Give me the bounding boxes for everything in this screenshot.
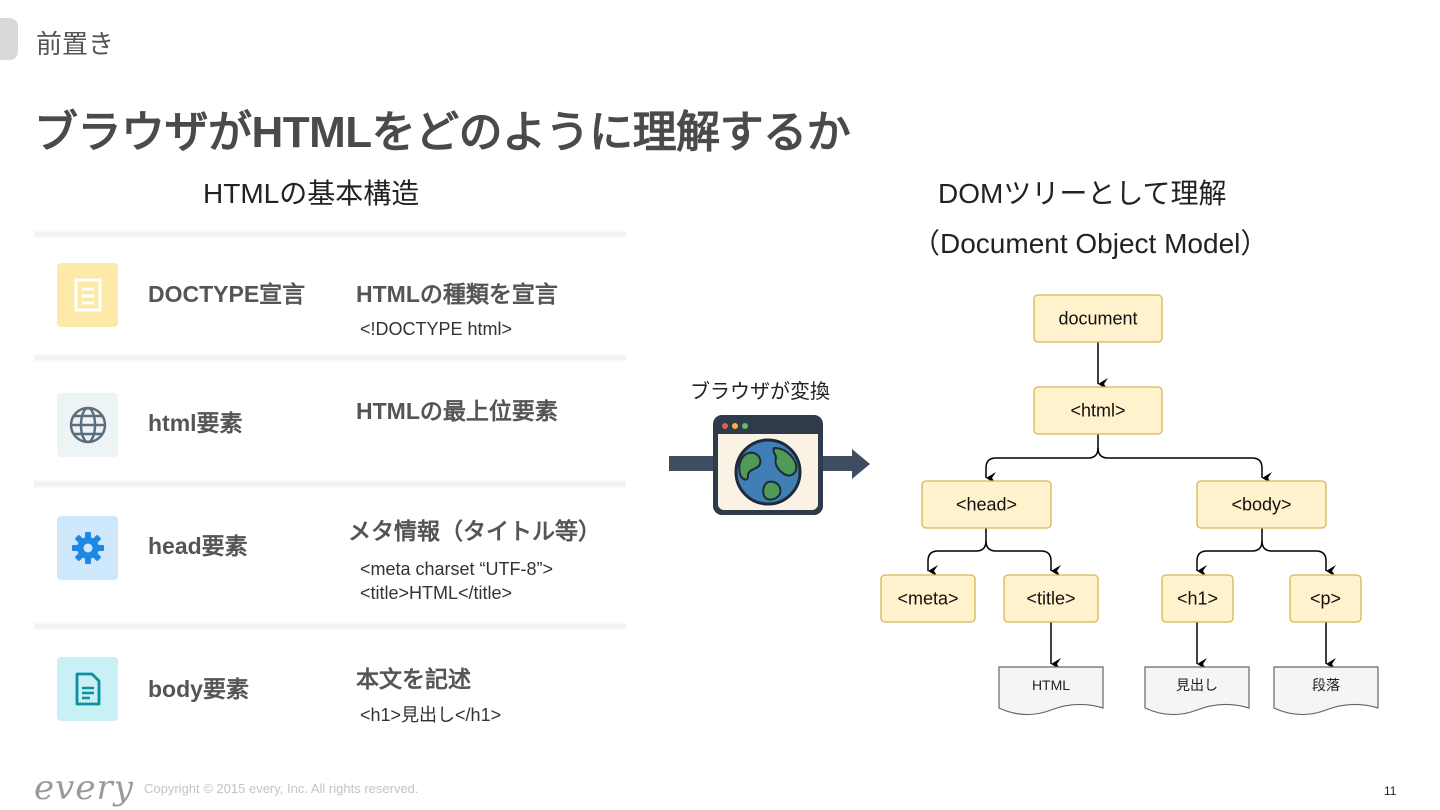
dom-node-h1: <h1>	[1161, 574, 1234, 623]
leaf-h1-label: 見出し	[1176, 677, 1218, 693]
dom-node-label-body: <body>	[1231, 495, 1291, 515]
dom-tree-diagram: document <html> <head> <body> <meta> <title> <…	[880, 294, 1379, 716]
leaf-title-text: HTML	[1032, 677, 1070, 693]
dom-node-meta: <meta>	[880, 574, 976, 623]
dom-node-document: document	[1033, 294, 1163, 343]
dom-node-label-meta: <meta>	[897, 589, 958, 609]
leaf-p-label: 段落	[1312, 677, 1340, 693]
dom-node-label-head: <head>	[956, 495, 1017, 515]
page-number: 11	[1384, 784, 1397, 798]
dom-node-label-title: <title>	[1026, 589, 1075, 609]
dom-node-title: <title>	[1003, 574, 1099, 623]
dom-node-label-html: <html>	[1070, 401, 1125, 421]
leaf-html-text: HTML	[998, 666, 1104, 716]
dom-node-label-h1: <h1>	[1177, 589, 1218, 609]
dom-node-head: <head>	[921, 480, 1052, 529]
dom-node-html: <html>	[1033, 386, 1163, 435]
dom-node-label-document: document	[1058, 309, 1137, 329]
dom-node-p: <p>	[1289, 574, 1362, 623]
leaf-p-text: 段落	[1273, 666, 1379, 716]
company-logo: every	[34, 768, 134, 808]
dom-node-label-p: <p>	[1310, 589, 1341, 609]
dom-node-body: <body>	[1196, 480, 1327, 529]
copyright-text: Copyright © 2015 every, Inc. All rights …	[144, 781, 419, 796]
leaf-h1-text: 見出し	[1144, 666, 1250, 716]
